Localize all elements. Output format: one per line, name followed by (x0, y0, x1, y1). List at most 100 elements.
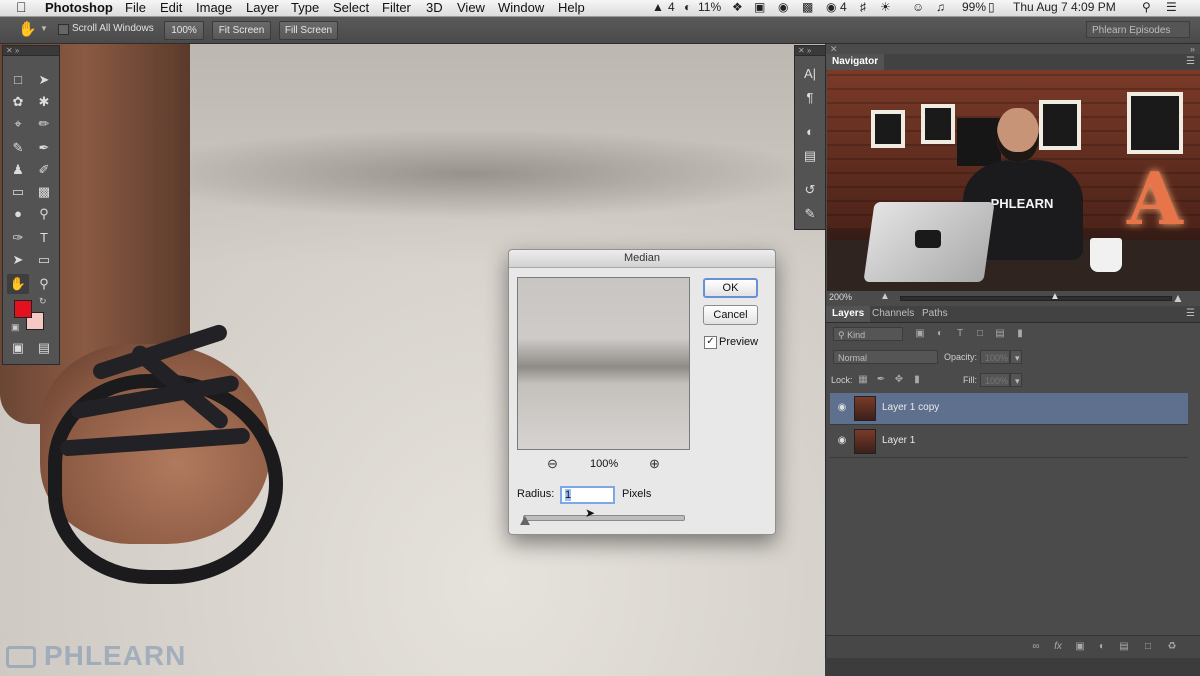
timer-icon[interactable]: ◉ (778, 0, 788, 15)
tab-layers[interactable]: Layers (826, 306, 871, 322)
eye-icon[interactable]: ◉ (836, 435, 848, 447)
menu-help[interactable]: Help (558, 0, 585, 15)
panel-menu-icon[interactable]: ☰ (1186, 56, 1195, 67)
menu-file[interactable]: File (125, 0, 146, 15)
app-menu[interactable]: Photoshop (45, 0, 113, 15)
apple-menu-icon[interactable]:  (16, 0, 27, 15)
tab-navigator[interactable]: Navigator (826, 54, 885, 70)
magic-wand-tool-icon[interactable]: ✱ (33, 92, 55, 112)
menu-3d[interactable]: 3D (426, 0, 443, 15)
scroll-all-windows-checkbox[interactable] (58, 24, 69, 35)
dodge-tool-icon[interactable]: ⚲ (33, 204, 55, 224)
hand-tool-preset-icon[interactable]: ✋ (18, 20, 37, 38)
workspace-select[interactable]: Phlearn Episodes (1086, 21, 1190, 38)
fill-dropdown-icon[interactable]: ▾ (1010, 373, 1022, 387)
radius-slider-thumb[interactable] (520, 516, 530, 525)
adjustments-panel-icon[interactable]: ◐ (799, 122, 821, 142)
filter-type-icon[interactable]: T (954, 328, 966, 340)
foreground-color-swatch[interactable] (14, 300, 32, 318)
radius-slider[interactable] (523, 515, 685, 521)
sync-icon[interactable]: ◐ (684, 0, 691, 15)
chevron-down-icon[interactable]: ▼ (40, 24, 48, 33)
new-group-icon[interactable]: ▤ (1118, 641, 1130, 653)
brush-tool-icon[interactable]: ✒ (33, 138, 55, 158)
navigator-preview[interactable]: PHLEARN A (827, 70, 1200, 291)
layer-filter-kind-select[interactable]: ⚲ Kind (833, 327, 903, 341)
menu-view[interactable]: View (457, 0, 485, 15)
hand-tool-icon[interactable]: ✋ (7, 274, 29, 294)
screen-mode-icon[interactable]: ▤ (33, 338, 55, 358)
zoom-out-icon[interactable]: ⊖ (547, 456, 558, 472)
lock-pixels-icon[interactable]: ✒ (875, 374, 887, 386)
trash-icon[interactable]: ♻ (1166, 641, 1178, 653)
adjustment-layer-icon[interactable]: ◐ (1096, 641, 1108, 653)
lock-position-icon[interactable]: ✥ (893, 374, 905, 386)
filter-adjustment-icon[interactable]: ◐ (934, 328, 946, 340)
menu-window[interactable]: Window (498, 0, 544, 15)
character-panel-icon[interactable]: A| (799, 64, 821, 84)
notification-center-icon[interactable]: ☰ (1166, 0, 1177, 15)
navigator-zoom-value[interactable]: 200% (829, 292, 852, 302)
quick-mask-icon[interactable]: ▣ (7, 338, 29, 358)
clone-stamp-tool-icon[interactable]: ♟ (7, 160, 29, 180)
bluetooth-icon[interactable]: ☀ (880, 0, 891, 15)
layer-name[interactable]: Layer 1 (882, 435, 915, 446)
panel-menu-icon[interactable]: ☰ (1186, 308, 1195, 319)
swap-colors-icon[interactable]: ↻ (39, 296, 47, 307)
menu-edit[interactable]: Edit (160, 0, 182, 15)
layer-row[interactable]: ◉ Layer 1 (830, 426, 1188, 458)
spotlight-icon[interactable]: ⚲ (1142, 0, 1151, 15)
wifi-icon[interactable]: ☺ (912, 0, 924, 15)
properties-panel-icon[interactable]: ▤ (799, 146, 821, 166)
rectangle-tool-icon[interactable]: ▭ (33, 250, 55, 270)
zoom-100-button[interactable]: 100% (164, 21, 204, 40)
tab-channels[interactable]: Channels (866, 306, 920, 322)
filter-pixel-icon[interactable]: ▣ (914, 328, 926, 340)
navigator-zoom-slider[interactable] (900, 296, 1172, 301)
fill-field[interactable]: 100% (980, 373, 1010, 387)
preview-checkbox[interactable]: ✓ (704, 336, 717, 349)
eyedropper-tool-icon[interactable]: ✏ (33, 114, 55, 134)
crop-tool-icon[interactable]: ⌖ (7, 114, 29, 134)
menu-select[interactable]: Select (333, 0, 369, 15)
menu-type[interactable]: Type (291, 0, 319, 15)
adobe-status-icon[interactable]: ▲ (652, 0, 664, 15)
opacity-field[interactable]: 100% (980, 350, 1010, 364)
panel-collapse-icon[interactable]: ✕ » (795, 46, 825, 56)
volume-icon[interactable]: ♫ (936, 0, 945, 15)
add-mask-icon[interactable]: ▣ (1074, 641, 1086, 653)
camera-icon[interactable]: ▩ (802, 0, 813, 15)
pen-tool-icon[interactable]: ✑ (7, 228, 29, 248)
path-selection-tool-icon[interactable]: ➤ (7, 250, 29, 270)
ok-button[interactable]: OK (703, 278, 758, 298)
dropbox-icon[interactable]: ❖ (732, 0, 743, 15)
brush-presets-panel-icon[interactable]: ✎ (799, 204, 821, 224)
menu-image[interactable]: Image (196, 0, 232, 15)
filter-shape-icon[interactable]: □ (974, 328, 986, 340)
zoom-in-icon[interactable]: ⊕ (649, 456, 660, 472)
opacity-dropdown-icon[interactable]: ▾ (1010, 350, 1022, 364)
layer-row[interactable]: ◉ Layer 1 copy (830, 393, 1188, 425)
evernote-icon[interactable]: ♯ (860, 0, 866, 15)
zoom-tool-icon[interactable]: ⚲ (33, 274, 55, 294)
blend-mode-select[interactable]: Normal (833, 350, 938, 364)
layer-thumbnail[interactable] (854, 396, 876, 421)
zoom-in-icon[interactable]: ▲ (1172, 291, 1184, 305)
notification-icon[interactable]: ◉ (826, 0, 836, 15)
marquee-tool-icon[interactable]: □ (7, 70, 29, 90)
eye-icon[interactable]: ◉ (836, 402, 848, 414)
lock-transparency-icon[interactable]: ▦ (857, 374, 869, 386)
filter-toggle-icon[interactable]: ▮ (1014, 328, 1026, 340)
link-layers-icon[interactable]: ∞ (1030, 641, 1042, 653)
lock-all-icon[interactable]: ▮ (911, 374, 923, 386)
panel-collapse-icon[interactable]: ✕ » (3, 46, 59, 56)
layer-style-icon[interactable]: fx (1052, 641, 1064, 653)
clock[interactable]: Thu Aug 7 4:09 PM (1013, 0, 1116, 15)
menu-filter[interactable]: Filter (382, 0, 411, 15)
radius-input[interactable]: 1 (560, 486, 615, 504)
healing-brush-tool-icon[interactable]: ✎ (7, 138, 29, 158)
layer-thumbnail[interactable] (854, 429, 876, 454)
tab-paths[interactable]: Paths (916, 306, 954, 322)
lasso-tool-icon[interactable]: ✿ (7, 92, 29, 112)
panel-collapse-icon[interactable]: » (1190, 44, 1195, 54)
